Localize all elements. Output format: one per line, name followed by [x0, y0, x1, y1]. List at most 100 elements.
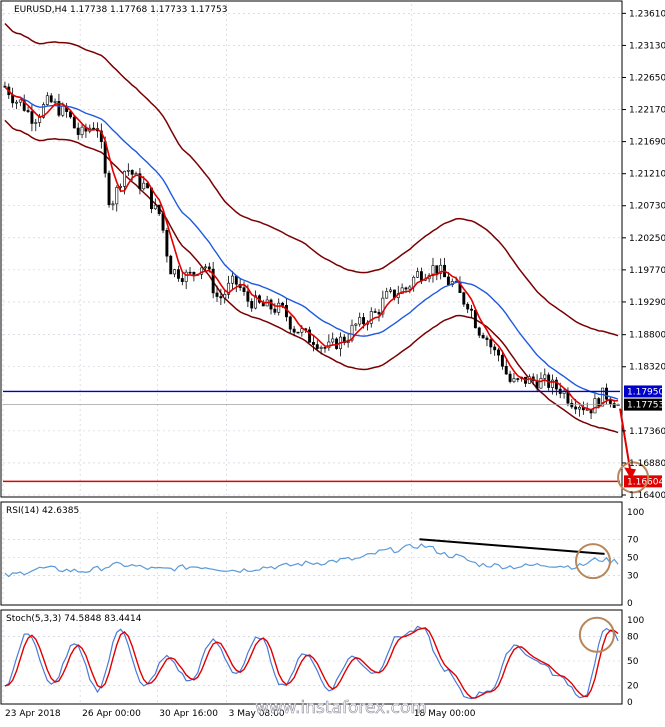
candle-body: [612, 403, 616, 408]
candle-body: [277, 302, 281, 313]
time-axis-label: 23 Apr 2018: [5, 709, 61, 719]
candle-body: [462, 292, 466, 305]
chart-root: 1.17950 1.17753 1.16604 100 70 50 30 0 100 80 50…: [0, 0, 665, 723]
candle-body: [173, 269, 177, 275]
candle-body: [273, 308, 277, 313]
candle-body: [153, 204, 157, 210]
candle-body: [358, 317, 362, 325]
candle-body: [389, 289, 393, 292]
candle-body: [250, 300, 254, 309]
rsi-tick-label: 30: [627, 572, 639, 582]
rsi-tick-label: 70: [627, 535, 639, 545]
stoch-tick-label: 50: [627, 657, 639, 667]
candle-body: [18, 99, 22, 103]
candle-body: [215, 292, 219, 297]
candle-body: [578, 406, 581, 410]
candle-body: [593, 398, 597, 414]
candle-body: [219, 296, 223, 299]
candle-body: [327, 341, 331, 349]
candle-body: [34, 122, 38, 124]
candle-body: [543, 374, 547, 379]
main-header: EURUSD,H4 1.17738 1.17768 1.17733 1.1775…: [14, 5, 227, 15]
candle-body: [485, 337, 489, 340]
candle-body: [500, 354, 504, 367]
candle-body: [481, 334, 485, 339]
rsi-tick-label: 0: [627, 599, 633, 609]
candle-body: [246, 291, 250, 302]
rsi-panel-frame: [0, 501, 623, 606]
candle-body: [296, 331, 300, 334]
price-tick-label: 1.21690: [629, 138, 665, 148]
candle-body: [489, 339, 493, 348]
candle-body: [61, 105, 65, 116]
candle-body: [323, 347, 327, 349]
price-tick-label: 1.20250: [629, 234, 665, 244]
candle-body: [188, 271, 192, 274]
time-axis-label: 30 Apr 16:00: [159, 709, 218, 719]
candle-body: [130, 170, 134, 175]
candle-body: [508, 373, 512, 382]
candle-body: [446, 276, 450, 286]
candle-body: [493, 346, 497, 351]
watermark-text: www.instaforex.com: [255, 698, 427, 718]
candle-body: [123, 170, 126, 187]
candle-body: [373, 311, 377, 313]
candle-body: [416, 271, 420, 278]
candle-body: [165, 229, 169, 257]
candle-body: [26, 110, 30, 112]
candle-body: [315, 344, 319, 349]
candle-body: [466, 303, 470, 310]
candle-body: [292, 328, 296, 333]
current-price-label: 1.17753: [627, 401, 664, 411]
candle-body: [281, 302, 285, 306]
candle-body: [80, 126, 84, 135]
candle-body: [242, 287, 246, 292]
candle-body: [157, 204, 161, 215]
candle-body: [111, 203, 115, 206]
stoch-tick-label: 0: [627, 698, 633, 708]
candle-body: [473, 310, 477, 329]
price-tick-label: 1.22170: [629, 106, 665, 116]
price-tick-label: 1.19770: [629, 266, 665, 276]
candle-body: [30, 111, 34, 124]
candle-body: [203, 266, 207, 269]
rsi-header: RSI(14) 42.6385: [6, 506, 79, 516]
stoch-header: Stoch(5,3,3) 74.5848 83.4414: [6, 614, 142, 624]
candle-body: [169, 255, 173, 275]
candle-body: [385, 291, 389, 299]
price-tick-label: 1.17360: [629, 427, 665, 437]
candle-body: [53, 101, 57, 103]
price-tick-label: 1.22650: [629, 73, 665, 83]
candle-body: [269, 299, 273, 310]
candle-body: [539, 378, 543, 389]
candle-body: [504, 365, 508, 375]
candle-body: [142, 182, 146, 190]
stoch-tick-label: 100: [627, 616, 644, 626]
candle-body: [161, 213, 165, 231]
candle-body: [477, 327, 481, 336]
candle-body: [362, 317, 366, 325]
price-tick-label: 1.19290: [629, 298, 665, 308]
price-tick-label: 1.20730: [629, 202, 665, 212]
candle-body: [115, 187, 119, 205]
candle-body: [234, 275, 238, 285]
rsi-tick-label: 100: [627, 508, 644, 518]
rsi-tick-label: 50: [627, 554, 639, 564]
candle-body: [527, 376, 531, 384]
candle-body: [574, 406, 578, 410]
price-tick-label: 1.18320: [629, 363, 665, 373]
candle-body: [207, 266, 211, 270]
candle-body: [377, 311, 381, 315]
candle-body: [49, 95, 53, 103]
time-axis-label: 26 Apr 00:00: [82, 709, 141, 719]
candle-body: [230, 275, 234, 284]
candle-body: [331, 338, 335, 343]
candle-body: [311, 342, 315, 345]
candle-body: [319, 347, 323, 349]
price-tick-label: 1.16400: [629, 491, 665, 501]
candle-body: [419, 271, 423, 281]
resistance-label: 1.17950: [627, 387, 664, 397]
candle-body: [516, 378, 520, 380]
candle-body: [470, 308, 473, 311]
candle-body: [38, 116, 42, 123]
